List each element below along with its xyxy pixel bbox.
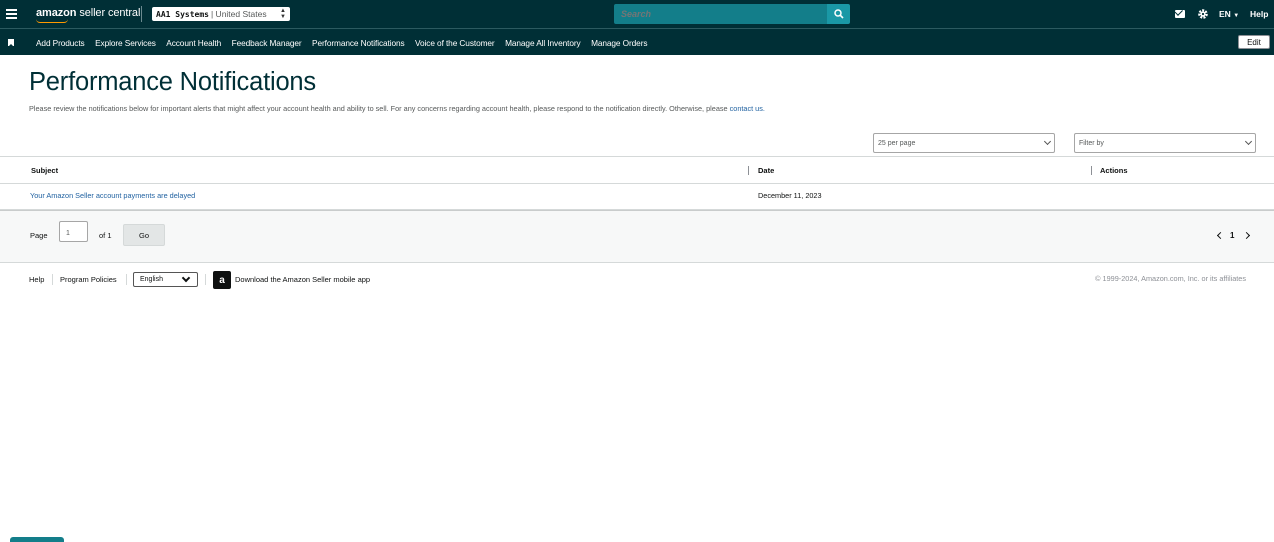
nav-item-performance-notifications[interactable]: Performance Notifications (312, 38, 405, 48)
per-page-value: 25 per page (878, 139, 916, 147)
gear-icon[interactable] (1197, 8, 1209, 20)
filter-placeholder: Filter by (1079, 139, 1104, 147)
nav-item-feedback-manager[interactable]: Feedback Manager (232, 38, 302, 48)
contact-us-link[interactable]: contact us. (730, 104, 765, 113)
nav-items: Add Products Explore Services Account He… (36, 38, 658, 48)
program-policies-link[interactable]: Program Policies (60, 275, 117, 284)
copyright-text: © 1999-2024, Amazon.com, Inc. or its aff… (1095, 274, 1246, 283)
page-label: Page (30, 231, 48, 240)
column-header-date[interactable]: Date (758, 166, 774, 175)
nav-item-account-health[interactable]: Account Health (166, 38, 221, 48)
table-header: Subject Date Actions (0, 156, 1274, 184)
caret-down-icon: ▼ (1233, 13, 1240, 19)
feedback-tab[interactable] (10, 537, 64, 542)
chevron-left-icon[interactable] (1216, 231, 1225, 240)
column-divider (1091, 166, 1092, 175)
download-app-link[interactable]: Download the Amazon Seller mobile app (235, 275, 370, 284)
nav-item-manage-all-inventory[interactable]: Manage All Inventory (505, 38, 581, 48)
help-link[interactable]: Help (1250, 9, 1268, 19)
filter-select[interactable]: Filter by (1074, 133, 1256, 153)
account-region: | United States (210, 9, 267, 19)
footer-language-select[interactable]: English (133, 272, 198, 287)
search-button[interactable] (827, 4, 850, 24)
chevron-right-icon[interactable] (1242, 231, 1251, 240)
footer-divider (205, 274, 206, 285)
column-divider (748, 166, 749, 175)
pagination-bar: Page of 1 Go 1 (0, 210, 1274, 263)
mail-icon[interactable] (1175, 10, 1185, 18)
logo-brand: amazon (36, 7, 77, 19)
current-page-number[interactable]: 1 (1230, 231, 1234, 240)
logo-smile-icon (36, 19, 68, 23)
footer: Help Program Policies English a Download… (0, 263, 1274, 298)
nav-item-manage-orders[interactable]: Manage Orders (591, 38, 647, 48)
column-header-subject[interactable]: Subject (31, 166, 58, 175)
hamburger-menu-icon[interactable] (6, 9, 17, 19)
nav-bar: Add Products Explore Services Account He… (0, 28, 1274, 55)
chevron-down-icon (1244, 137, 1253, 146)
per-page-select[interactable]: 25 per page (873, 133, 1055, 153)
notification-date: December 11, 2023 (758, 191, 822, 200)
updown-arrows-icon: ▲ ▼ (280, 8, 286, 20)
nav-item-explore-services[interactable]: Explore Services (95, 38, 156, 48)
page-title: Performance Notifications (29, 68, 316, 96)
account-switcher[interactable]: AA1 Systems | United States ▲ ▼ (152, 7, 290, 21)
intro-body: Please review the notifications below fo… (29, 104, 728, 113)
table-row: Your Amazon Seller account payments are … (0, 184, 1274, 210)
seller-central-logo[interactable]: amazon seller central (36, 7, 140, 19)
language-menu[interactable]: EN ▼ (1219, 9, 1239, 19)
footer-divider (126, 274, 127, 285)
edit-nav-button[interactable]: Edit (1238, 35, 1270, 49)
intro-text: Please review the notifications below fo… (29, 104, 765, 113)
language-code: EN (1219, 9, 1231, 19)
chevron-down-icon (1043, 137, 1052, 146)
nav-item-voice-of-the-customer[interactable]: Voice of the Customer (415, 38, 495, 48)
go-button[interactable]: Go (123, 224, 165, 246)
top-bar: amazon seller central AA1 Systems | Unit… (0, 0, 1274, 28)
search-input[interactable] (614, 4, 827, 24)
page-total: of 1 (99, 231, 112, 240)
header-divider (141, 6, 142, 22)
footer-divider (52, 274, 53, 285)
notification-subject-link[interactable]: Your Amazon Seller account payments are … (30, 191, 195, 200)
search-icon (833, 9, 844, 19)
account-store-name: AA1 Systems (156, 9, 209, 19)
column-header-actions: Actions (1100, 166, 1128, 175)
bookmark-icon[interactable] (8, 39, 14, 46)
footer-help-link[interactable]: Help (29, 275, 44, 284)
footer-language-value: English (140, 276, 163, 283)
page-number-input[interactable] (59, 221, 88, 242)
chevron-down-icon (181, 273, 191, 283)
amazon-seller-app-icon[interactable]: a (213, 271, 231, 289)
logo-product: seller central (79, 7, 141, 19)
nav-item-add-products[interactable]: Add Products (36, 38, 85, 48)
